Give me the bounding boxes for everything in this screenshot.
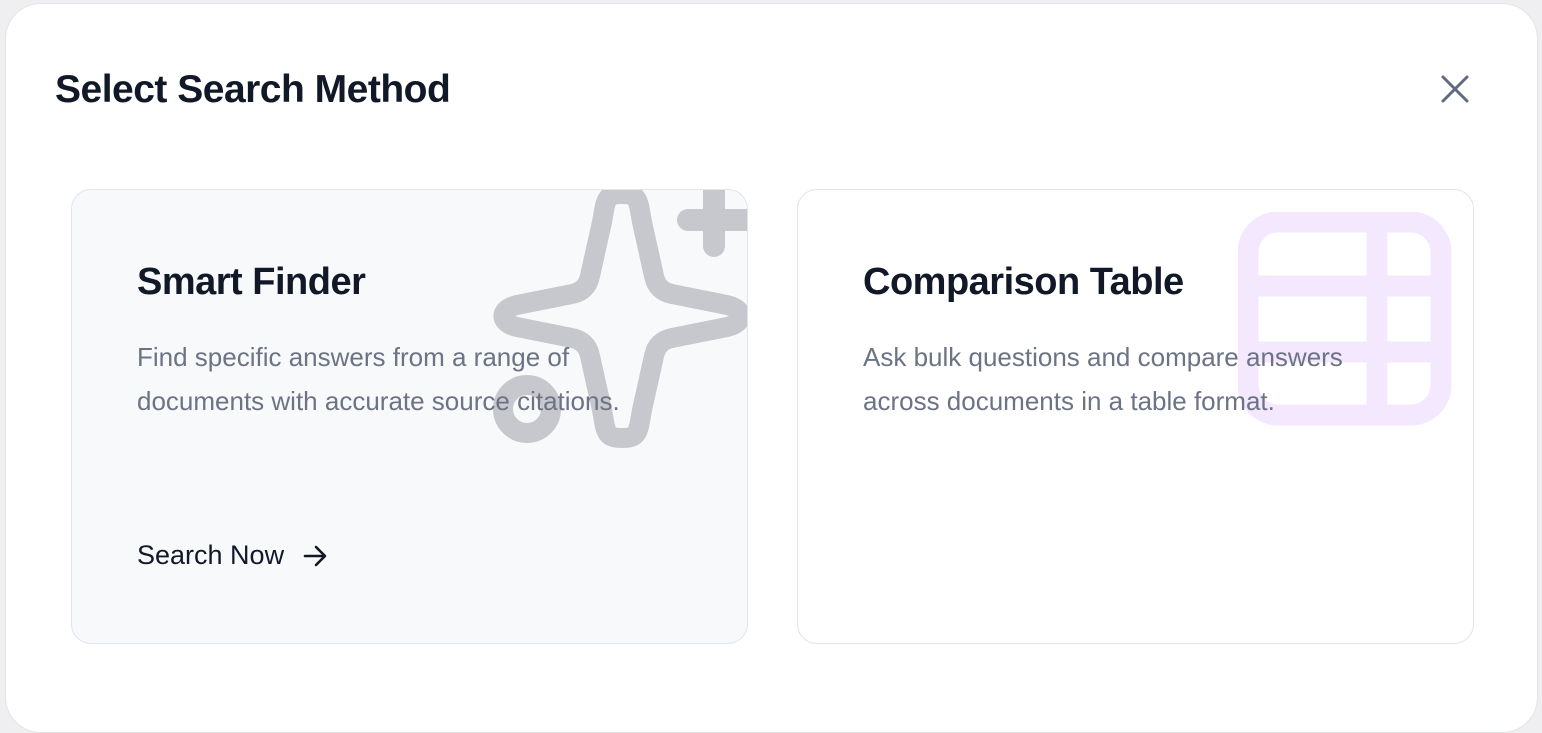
card-description: Find specific answers from a range of do…	[137, 342, 620, 416]
select-search-method-modal: Select Search Method Smart Finder Find s…	[5, 3, 1538, 733]
arrow-right-icon	[303, 545, 327, 566]
card-title: Comparison Table	[863, 261, 1184, 303]
card-description: Ask bulk questions and compare answers a…	[863, 342, 1343, 416]
close-icon	[1441, 75, 1469, 103]
comparison-table-card[interactable]: Comparison Table Ask bulk questions and …	[797, 189, 1474, 644]
smart-finder-card[interactable]: Smart Finder Find specific answers from …	[71, 189, 748, 644]
card-title: Smart Finder	[137, 261, 366, 303]
modal-title: Select Search Method	[55, 68, 451, 111]
close-button[interactable]	[1434, 68, 1476, 110]
search-now-label: Search Now	[137, 540, 285, 570]
search-now-button[interactable]: Search Now	[137, 540, 328, 571]
